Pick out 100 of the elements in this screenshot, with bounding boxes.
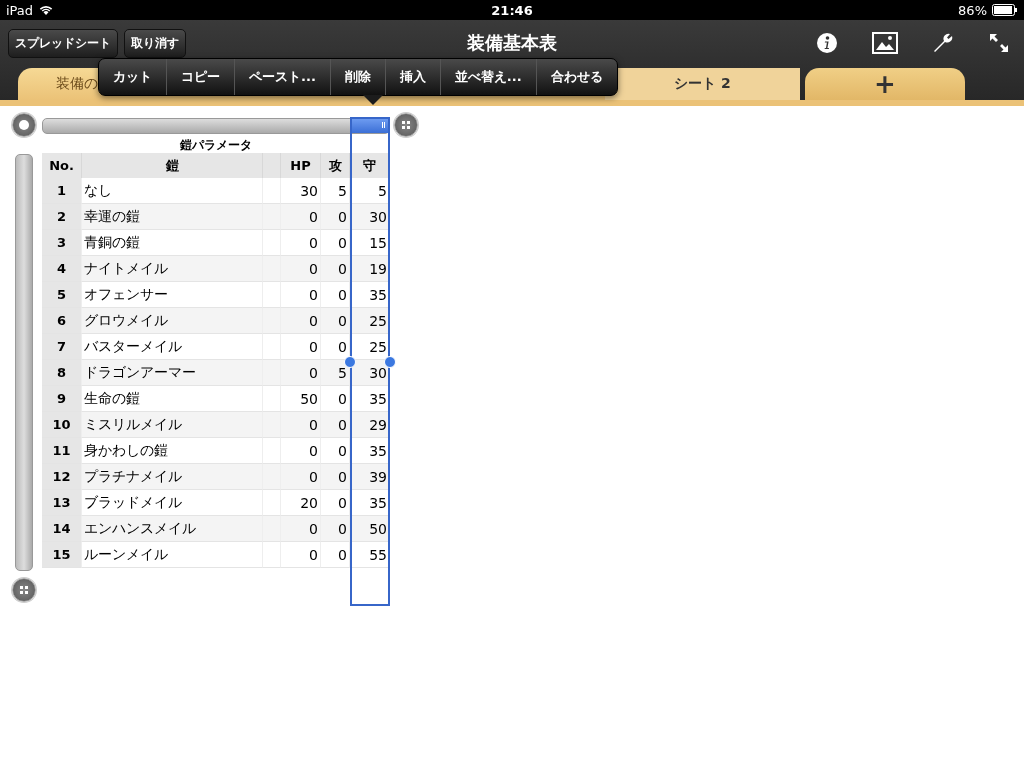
menu-item[interactable]: カット xyxy=(99,59,167,95)
toolbar-button[interactable]: スプレッドシート xyxy=(8,28,118,58)
header-cell: 攻 xyxy=(321,153,350,178)
table-cell: ドラゴンアーマー xyxy=(82,360,263,386)
header-cell: 守 xyxy=(350,153,390,178)
table-cell: 50 xyxy=(281,386,321,412)
table-cell xyxy=(263,256,281,282)
table-cell: 0 xyxy=(321,204,350,230)
table-cell: ブラッドメイル xyxy=(82,490,263,516)
table-cell: プラチナメイル xyxy=(82,464,263,490)
header-cell: 鎧 xyxy=(82,153,263,178)
table-cell: 0 xyxy=(321,334,350,360)
table-cell xyxy=(263,204,281,230)
menu-item[interactable]: 並べ替え... xyxy=(440,59,537,95)
table-handle-button[interactable] xyxy=(12,113,36,137)
table-cell xyxy=(263,178,281,204)
wifi-icon xyxy=(38,4,55,16)
header-cell xyxy=(263,153,281,178)
device-name: iPad xyxy=(6,2,34,18)
clock: 21:46 xyxy=(491,2,533,18)
table-cell: 0 xyxy=(321,386,350,412)
add-row-button[interactable] xyxy=(12,578,36,602)
add-column-button[interactable] xyxy=(394,113,418,137)
menu-item[interactable]: ペースト... xyxy=(235,59,331,95)
menu-item[interactable]: コピー xyxy=(167,59,235,95)
table-cell: 0 xyxy=(281,438,321,464)
table-cell: 5 xyxy=(321,178,350,204)
add-sheet-tab[interactable]: + xyxy=(805,68,965,100)
row-number: 11 xyxy=(42,438,82,464)
table-cell: 25 xyxy=(350,308,390,334)
table-cell: 0 xyxy=(321,490,350,516)
table-cell: 19 xyxy=(350,256,390,282)
table-cell xyxy=(263,542,281,568)
row-number: 9 xyxy=(42,386,82,412)
column-selection[interactable] xyxy=(350,117,390,606)
table-cell: 0 xyxy=(321,516,350,542)
table-cell: 生命の鎧 xyxy=(82,386,263,412)
table-cell: 0 xyxy=(321,308,350,334)
table-cell: 0 xyxy=(321,464,350,490)
table-cell xyxy=(263,412,281,438)
table-title: 鎧パラメータ xyxy=(179,137,253,153)
table-cell: バスターメイル xyxy=(82,334,263,360)
toolbar-button[interactable]: 取り消す xyxy=(124,28,186,58)
table-cell: 50 xyxy=(350,516,390,542)
row-number: 15 xyxy=(42,542,82,568)
table-cell: 0 xyxy=(281,204,321,230)
row-number: 1 xyxy=(42,178,82,204)
table-cell xyxy=(263,230,281,256)
wrench-icon[interactable] xyxy=(932,32,954,54)
table-cell: 0 xyxy=(321,230,350,256)
table-cell: ミスリルメイル xyxy=(82,412,263,438)
table-cell: ナイトメイル xyxy=(82,256,263,282)
document-title: 装備基本表 xyxy=(467,31,557,55)
battery-percent: 86% xyxy=(958,2,987,18)
table-cell: オフェンサー xyxy=(82,282,263,308)
table-cell: 0 xyxy=(281,256,321,282)
row-number: 14 xyxy=(42,516,82,542)
menu-pointer-icon xyxy=(363,95,383,105)
table-cell: 0 xyxy=(281,308,321,334)
fullscreen-icon[interactable] xyxy=(988,32,1010,54)
info-icon[interactable] xyxy=(816,32,838,54)
sheet-tab[interactable]: シート 2 xyxy=(605,68,800,100)
row-number: 10 xyxy=(42,412,82,438)
table-cell: 30 xyxy=(350,204,390,230)
menu-item[interactable]: 挿入 xyxy=(385,59,441,95)
row-number: 7 xyxy=(42,334,82,360)
row-number: 3 xyxy=(42,230,82,256)
row-number: 5 xyxy=(42,282,82,308)
table-cell xyxy=(263,490,281,516)
table-cell: 0 xyxy=(281,230,321,256)
table-cell: 20 xyxy=(281,490,321,516)
table-cell: 0 xyxy=(281,464,321,490)
table-cell: 30 xyxy=(281,178,321,204)
table-cell: 0 xyxy=(281,282,321,308)
table-cell xyxy=(263,516,281,542)
row-number: 8 xyxy=(42,360,82,386)
image-icon[interactable] xyxy=(872,32,898,54)
table-cell: 0 xyxy=(321,256,350,282)
table-cell xyxy=(263,334,281,360)
table-cell: 0 xyxy=(281,334,321,360)
battery-icon xyxy=(992,4,1018,16)
table-cell: 0 xyxy=(281,412,321,438)
grid-icon xyxy=(402,121,410,129)
table-cell: 5 xyxy=(321,360,350,386)
table-cell: 0 xyxy=(321,282,350,308)
header-cell: No. xyxy=(42,153,82,178)
row-number: 6 xyxy=(42,308,82,334)
table-cell: 身かわしの鎧 xyxy=(82,438,263,464)
table-cell: 0 xyxy=(281,542,321,568)
table-cell: グロウメイル xyxy=(82,308,263,334)
table-cell: 幸運の鎧 xyxy=(82,204,263,230)
table-cell xyxy=(263,308,281,334)
grid-icon xyxy=(20,586,28,594)
table-cell: ルーンメイル xyxy=(82,542,263,568)
row-number: 2 xyxy=(42,204,82,230)
table-cell xyxy=(263,282,281,308)
table-cell xyxy=(263,438,281,464)
table-cell: 0 xyxy=(321,412,350,438)
table-cell: 39 xyxy=(350,464,390,490)
table-cell xyxy=(263,464,281,490)
